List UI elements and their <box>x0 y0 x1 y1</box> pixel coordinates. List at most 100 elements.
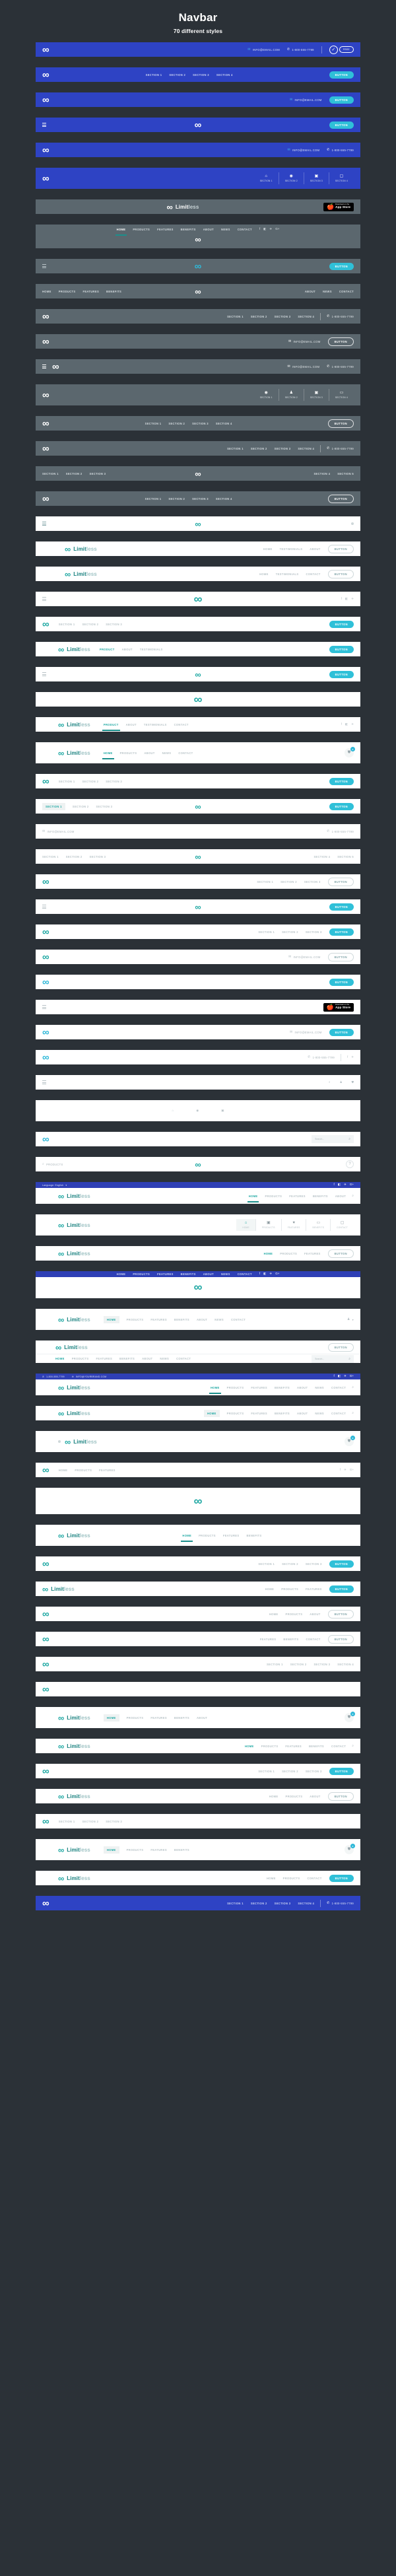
navbar-row[interactable]: ∞ SECTION 1 SECTION 2 SECTION 3 SECTION … <box>36 309 360 324</box>
nav-link[interactable]: SECTION 3 <box>106 623 122 626</box>
nav-link[interactable]: FEATURES <box>223 1534 240 1537</box>
rss-icon[interactable]: ◧ <box>263 228 266 231</box>
google-icon[interactable]: G+ <box>275 1272 279 1276</box>
navbar-row[interactable]: ∞ FEATURES BENEFITS CONTACT BUTTON <box>36 1632 360 1646</box>
nav-link[interactable]: NEWS <box>315 1386 324 1389</box>
nav-link[interactable]: ABOUT <box>297 1412 308 1415</box>
nav-link[interactable]: PRODUCTS <box>227 1412 244 1415</box>
nav-link[interactable]: SECTION 3 <box>90 855 106 858</box>
nav-link[interactable]: PRODUCT <box>102 723 120 731</box>
nav-link[interactable]: FEATURES <box>99 1469 116 1472</box>
nav-link[interactable]: TESTIMONIALS <box>140 648 163 651</box>
nav-link[interactable]: CONTACT <box>174 723 189 726</box>
menu-icon[interactable] <box>42 521 46 526</box>
nav-link[interactable]: ABOUT <box>297 1386 308 1389</box>
nav-link[interactable]: PRODUCTS <box>281 1587 298 1591</box>
nav-link[interactable]: CONTACT <box>231 1318 246 1321</box>
nav-link[interactable]: ABOUT <box>203 228 214 231</box>
navbar-row[interactable]: ∞ ✉ INFO@EMAIL.COM BUTTON <box>36 950 360 964</box>
nav-link[interactable]: TESTIMONIALS <box>280 547 303 551</box>
cta-button[interactable]: BUTTON <box>327 337 354 346</box>
nav-link[interactable]: SECTION 3 <box>106 780 122 783</box>
navbar-row[interactable]: ∞ Limitless HOME TESTIMONIALS ABOUT BUTT… <box>36 541 360 556</box>
nav-link[interactable]: HOME <box>181 1534 193 1542</box>
navbar-row[interactable]: ∞ Limitless ⌂ HOME ▣ PRODUCTS ♥ FEATURES ▭ B… <box>36 1214 360 1236</box>
nav-link[interactable]: SECTION 2 <box>82 1820 98 1823</box>
nav-link[interactable]: SECTION 3 <box>275 315 291 318</box>
icon-nav-item[interactable]: ♟ SECTION 2 <box>278 389 304 401</box>
nav-link[interactable]: CONTACT <box>331 1386 346 1389</box>
nav-link[interactable]: SECTION 3 <box>192 497 209 501</box>
twitter-icon[interactable]: ✈ <box>351 1055 354 1059</box>
appstore-badge[interactable]: 🍎 Download on the App Store <box>323 202 354 211</box>
navbar-row[interactable]: ∞ Limitless HOME PRODUCTS CONTACT BUTTON <box>36 1871 360 1885</box>
cta-button[interactable]: BUTTON <box>327 1342 354 1352</box>
nav-link[interactable]: PRODUCTS <box>199 1534 216 1537</box>
navbar-row[interactable]: ∞ BUTTON <box>36 899 360 914</box>
twitter-icon[interactable]: ✈ <box>351 597 354 601</box>
navbar-row[interactable]: ∞ SECTION 1 SECTION 2 SECTION 3 SECTION … <box>36 416 360 431</box>
nav-link[interactable]: ABOUT <box>197 1716 207 1720</box>
navbar-row[interactable]: ∞ Limitless HOME PRODUCTS ABOUT BUTTON <box>36 1789 360 1803</box>
icon-nav-item[interactable]: ⌂ SECTION 1 <box>254 172 279 184</box>
facebook-icon[interactable]: f <box>259 228 260 231</box>
rss-icon[interactable]: ◧ <box>345 597 348 601</box>
navbar-row[interactable]: ∞ SECTION 1 SECTION 2 SECTION 3 SECTION … <box>36 1657 360 1671</box>
nav-link[interactable]: SECTION 3 <box>192 422 209 425</box>
navbar-row[interactable]: ∞ ✉ INFO@EMAIL.COM ✆ 1-800-555-7799 ✓ FREE <box>36 42 360 57</box>
nav-link[interactable]: ABOUT <box>310 547 320 551</box>
nav-link[interactable]: NEWS <box>162 751 172 755</box>
email-item[interactable]: ✉ INFO@EMAIL.COM <box>248 48 280 52</box>
nav-link[interactable]: FEATURES <box>285 1745 302 1748</box>
nav-link[interactable]: BENEFITS <box>309 1745 324 1748</box>
navbar-row[interactable]: HOME PRODUCTS FEATURES BENEFITS ABOUT NE… <box>36 1271 360 1298</box>
nav-link[interactable]: SECTION 1 <box>42 472 59 475</box>
search-input[interactable]: Search... ⌕ <box>312 1354 354 1363</box>
navbar-row[interactable]: ∞ SECTION 1 SECTION 2 SECTION 3 BUTTON <box>36 874 360 889</box>
navbar-row[interactable]: ⌕ ♟ ⛊ <box>36 1075 360 1090</box>
nav-link[interactable]: FEATURES <box>306 1587 322 1591</box>
nav-link[interactable]: BENEFITS <box>181 228 196 231</box>
email-item[interactable]: ✉ INFO@EMAIL.COM <box>290 98 322 102</box>
nav-link[interactable]: SECTION 4 <box>314 855 330 858</box>
nav-link[interactable]: HOME <box>269 1613 279 1616</box>
navbar-row[interactable]: ∞ <box>36 516 360 531</box>
nav-link[interactable]: SECTION 2 <box>251 1902 267 1905</box>
nav-link[interactable]: FEATURES <box>150 1318 167 1321</box>
navbar-row[interactable]: ∞ BUTTON <box>36 118 360 132</box>
nav-link[interactable]: SECTION 4 <box>314 472 330 475</box>
navbar-row[interactable]: ∞ <box>36 1488 360 1514</box>
navbar-row[interactable]: ∞ SECTION 1 SECTION 2 SECTION 3 BUTTON <box>36 617 360 631</box>
nav-link[interactable]: SECTION 2 <box>169 73 185 77</box>
nav-link[interactable]: SECTION 4 <box>216 73 233 77</box>
nav-link[interactable]: BENEFITS <box>313 1195 328 1198</box>
nav-link[interactable]: ABOUT <box>335 1195 346 1198</box>
twitter-icon[interactable]: ✈ <box>269 1272 272 1276</box>
cta-button[interactable]: BUTTON <box>327 419 354 428</box>
navbar-row[interactable]: SECTION 1 SECTION 2 SECTION 3 ∞ SECTION … <box>36 466 360 481</box>
nav-link[interactable]: HOME <box>259 573 269 576</box>
icon-nav-item[interactable]: ◉ SECTION 2 <box>278 172 304 184</box>
twitter-icon[interactable]: ✈ <box>344 1468 346 1472</box>
nav-link[interactable]: SECTION 4 <box>216 497 232 501</box>
navbar-row[interactable]: ∞ ⌂ SECTION 1 ◉ SECTION 2 ▣ SECTION 3 ▢ SECT… <box>36 168 360 189</box>
nav-link[interactable]: SECTION 3 <box>306 930 322 934</box>
nav-link[interactable]: SECTION 1 <box>227 1902 244 1905</box>
nav-link[interactable]: HOME <box>267 1877 276 1880</box>
cta-button[interactable]: BUTTON <box>329 777 354 785</box>
nav-link[interactable]: HOME <box>55 1357 65 1360</box>
rss-icon[interactable]: ◧ <box>345 722 348 726</box>
nav-link[interactable]: HOME <box>103 1714 119 1722</box>
nav-link[interactable]: SECTION 2 <box>251 315 267 318</box>
nav-link[interactable]: SECTION 3 <box>304 880 321 884</box>
cta-button[interactable]: BUTTON <box>329 1028 354 1036</box>
nav-link[interactable]: SECTION 1 <box>257 880 273 884</box>
cart-button[interactable]: ⛊ 0 <box>345 1844 355 1854</box>
facebook-icon[interactable]: f <box>334 1375 335 1378</box>
nav-link[interactable]: BENEFITS <box>106 290 121 293</box>
nav-link[interactable]: SECTION 1 <box>59 780 75 783</box>
twitter-icon[interactable]: ✈ <box>351 722 354 726</box>
cta-button[interactable]: BUTTON <box>327 1634 354 1644</box>
navbar-row[interactable]: ∞ BUTTON <box>36 975 360 989</box>
nav-link[interactable]: SECTION 1 <box>267 1663 283 1666</box>
